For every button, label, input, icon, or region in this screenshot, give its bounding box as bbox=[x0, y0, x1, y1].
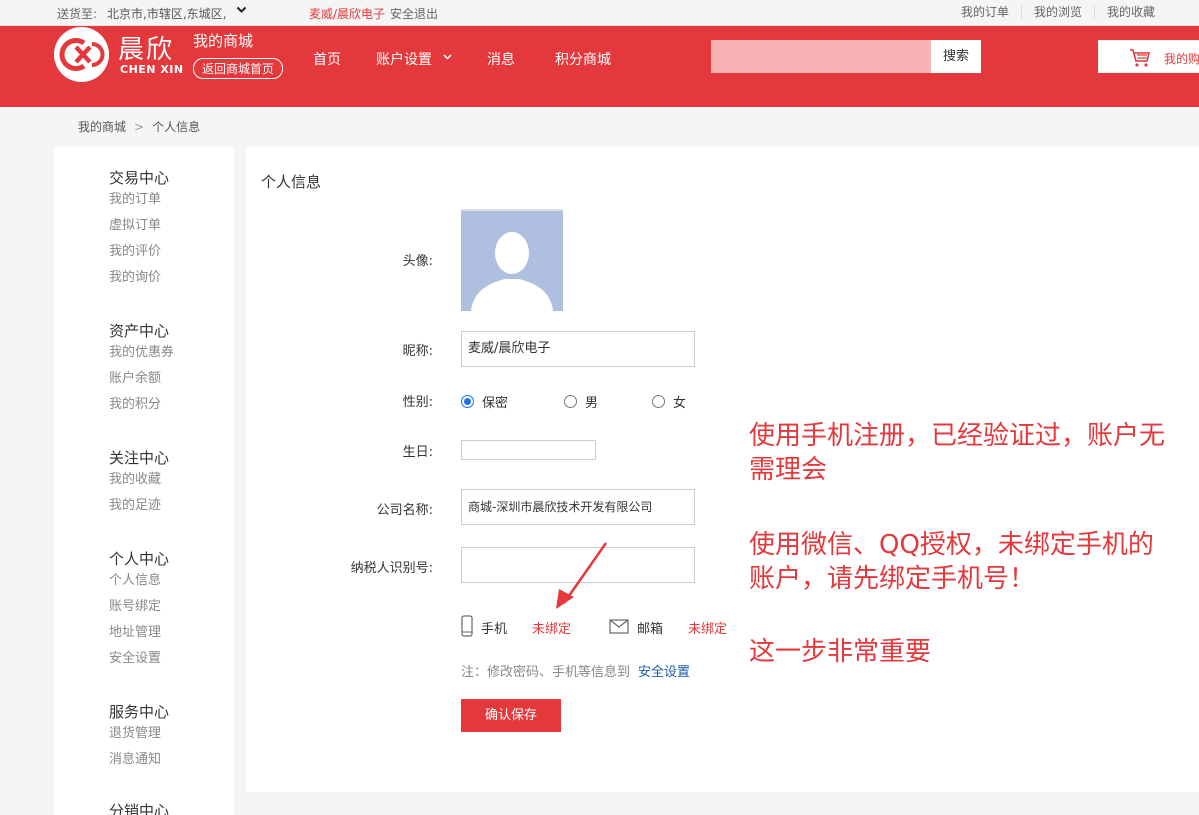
logo-text-en[interactable]: CHEN XIN bbox=[120, 63, 184, 76]
birthday-input[interactable] bbox=[461, 440, 596, 460]
nickname-label: 昵称: bbox=[402, 344, 433, 359]
gender-option-label: 女 bbox=[673, 396, 687, 411]
breadcrumb-mall[interactable]: 我的商城 bbox=[78, 120, 126, 134]
save-button[interactable]: 确认保存 bbox=[461, 699, 561, 732]
avatar-label: 头像: bbox=[402, 254, 433, 269]
sidebar-group-trade: 交易中心 我的订单 虚拟订单 我的评价 我的询价 bbox=[109, 167, 169, 291]
mall-title[interactable]: 我的商城 bbox=[193, 30, 253, 51]
back-home-button[interactable]: 返回商城首页 bbox=[193, 58, 284, 79]
phone-bind-status[interactable]: 未绑定 bbox=[532, 618, 571, 637]
deliver-to[interactable]: 送货至: 北京市,市辖区,东城区, bbox=[57, 5, 227, 22]
mobile-phone-icon bbox=[461, 615, 473, 641]
sidebar-group-assets: 资产中心 我的优惠券 账户余额 我的积分 bbox=[109, 320, 174, 418]
sidebar-group-distribution: 分销中心 bbox=[109, 800, 169, 815]
page-title: 个人信息 bbox=[261, 173, 322, 191]
sidebar-group-title: 分销中心 bbox=[109, 802, 170, 815]
sidebar-item-coupons[interactable]: 我的优惠券 bbox=[109, 340, 174, 366]
breadcrumb-separator-icon: > bbox=[134, 120, 145, 134]
annotation-note: 使用手机注册，已经验证过，账户无 需理会 bbox=[749, 421, 1166, 485]
breadcrumb: 我的商城 > 个人信息 bbox=[78, 118, 200, 135]
sidebar-group-personal: 个人中心 个人信息 账号绑定 地址管理 安全设置 bbox=[109, 548, 169, 672]
radio-checked-icon[interactable] bbox=[461, 395, 474, 408]
search-input[interactable] bbox=[711, 40, 931, 73]
breadcrumb-current: 个人信息 bbox=[152, 120, 201, 134]
annotation-arrow-icon bbox=[556, 542, 608, 609]
sidebar-group-title: 交易中心 bbox=[109, 169, 170, 187]
email-label: 邮箱 bbox=[637, 622, 664, 637]
sidebar-item-my-orders[interactable]: 我的订单 bbox=[109, 187, 169, 213]
top-links: 我的订单 我的浏览 我的收藏 bbox=[949, 5, 1167, 19]
sidebar-item-my-inquiries[interactable]: 我的询价 bbox=[109, 265, 169, 291]
nickname-input[interactable]: 麦威/晨欣电子 bbox=[461, 331, 695, 367]
sidebar-item-points[interactable]: 我的积分 bbox=[109, 392, 174, 418]
envelope-icon bbox=[609, 619, 629, 638]
security-note: 注：修改密码、手机等信息到 安全设置 bbox=[461, 661, 690, 680]
nav-messages[interactable]: 消息 bbox=[487, 49, 515, 69]
annotation-note: 使用微信、QQ授权，未绑定手机的 账户，请先绑定手机号！ bbox=[749, 530, 1154, 594]
cart-icon bbox=[1129, 48, 1151, 72]
chevron-down-icon[interactable] bbox=[442, 50, 453, 66]
sidebar-group-title: 个人中心 bbox=[109, 550, 170, 568]
sidebar-item-account-binding[interactable]: 账号绑定 bbox=[109, 594, 169, 620]
gender-radio-female[interactable]: 女 bbox=[652, 392, 686, 411]
company-input[interactable]: 商城-深圳市晨欣技术开发有限公司 bbox=[461, 489, 695, 525]
nav-account-settings[interactable]: 账户设置 bbox=[376, 49, 432, 69]
top-link-orders[interactable]: 我的订单 bbox=[949, 5, 1021, 19]
sidebar: 交易中心 我的订单 虚拟订单 我的评价 我的询价 资产中心 我的优惠券 账户余额… bbox=[54, 147, 234, 815]
annotation-note: 这一步非常重要 bbox=[749, 637, 932, 667]
birthday-label: 生日: bbox=[402, 445, 433, 460]
radio-unchecked-icon[interactable] bbox=[564, 395, 577, 408]
sidebar-item-virtual-orders[interactable]: 虚拟订单 bbox=[109, 213, 169, 239]
cart-label: 我的购 bbox=[1164, 52, 1199, 66]
tax-id-label: 纳税人识别号: bbox=[350, 561, 433, 576]
email-bind-status[interactable]: 未绑定 bbox=[688, 618, 727, 637]
top-link-history[interactable]: 我的浏览 bbox=[1020, 5, 1094, 19]
search-button[interactable]: 搜索 bbox=[931, 40, 981, 73]
sidebar-item-address[interactable]: 地址管理 bbox=[109, 620, 169, 646]
sidebar-item-favorites[interactable]: 我的收藏 bbox=[109, 467, 169, 493]
sidebar-group-title: 服务中心 bbox=[109, 703, 170, 721]
radio-unchecked-icon[interactable] bbox=[652, 395, 665, 408]
security-settings-link[interactable]: 安全设置 bbox=[638, 665, 690, 680]
cart-button[interactable]: 我的购 bbox=[1098, 40, 1199, 73]
sidebar-item-balance[interactable]: 账户余额 bbox=[109, 366, 174, 392]
logo-icon[interactable] bbox=[54, 27, 109, 82]
chevron-down-icon[interactable] bbox=[236, 4, 247, 18]
sidebar-item-security[interactable]: 安全设置 bbox=[109, 646, 169, 672]
nav-home[interactable]: 首页 bbox=[313, 49, 341, 69]
gender-option-label: 男 bbox=[585, 396, 599, 411]
note-text: 注：修改密码、手机等信息到 bbox=[461, 665, 631, 680]
main-panel: 个人信息 头像: 昵称: 麦威/晨欣电子 性别: 保密 男 女 生日: 公司名称… bbox=[246, 147, 1199, 792]
deliver-label: 送货至: bbox=[57, 7, 98, 21]
gender-radio-male[interactable]: 男 bbox=[564, 392, 598, 411]
header: 晨欣 CHEN XIN 我的商城 返回商城首页 首页 账户设置 消息 积分商城 … bbox=[0, 26, 1199, 107]
phone-label: 手机 bbox=[481, 622, 508, 637]
top-link-favorites[interactable]: 我的收藏 bbox=[1093, 5, 1167, 19]
sidebar-group-title: 关注中心 bbox=[109, 449, 170, 467]
avatar[interactable] bbox=[461, 209, 563, 311]
company-label: 公司名称: bbox=[376, 503, 433, 518]
logo-text-cn[interactable]: 晨欣 bbox=[118, 29, 174, 66]
nav-points-mall[interactable]: 积分商城 bbox=[555, 49, 611, 69]
sidebar-group-follow: 关注中心 我的收藏 我的足迹 bbox=[109, 447, 169, 519]
sidebar-item-footprints[interactable]: 我的足迹 bbox=[109, 493, 169, 519]
logout-link[interactable]: 安全退出 bbox=[390, 5, 438, 22]
sidebar-group-service: 服务中心 退货管理 消息通知 bbox=[109, 701, 169, 773]
sidebar-item-personal-info[interactable]: 个人信息 bbox=[109, 568, 169, 594]
gender-label: 性别: bbox=[402, 395, 433, 410]
sidebar-item-my-reviews[interactable]: 我的评价 bbox=[109, 239, 169, 265]
deliver-location[interactable]: 北京市,市辖区,东城区, bbox=[107, 7, 226, 21]
sidebar-item-returns[interactable]: 退货管理 bbox=[109, 721, 169, 747]
gender-option-label: 保密 bbox=[482, 396, 509, 411]
sidebar-item-notifications[interactable]: 消息通知 bbox=[109, 747, 169, 773]
user-name-link[interactable]: 麦威/晨欣电子 bbox=[309, 5, 385, 22]
sidebar-group-title: 资产中心 bbox=[109, 322, 170, 340]
top-bar: 送货至: 北京市,市辖区,东城区, 麦威/晨欣电子 安全退出 我的订单 我的浏览 … bbox=[0, 0, 1199, 26]
gender-radio-secret[interactable]: 保密 bbox=[461, 392, 508, 411]
user-silhouette-icon bbox=[471, 232, 553, 311]
